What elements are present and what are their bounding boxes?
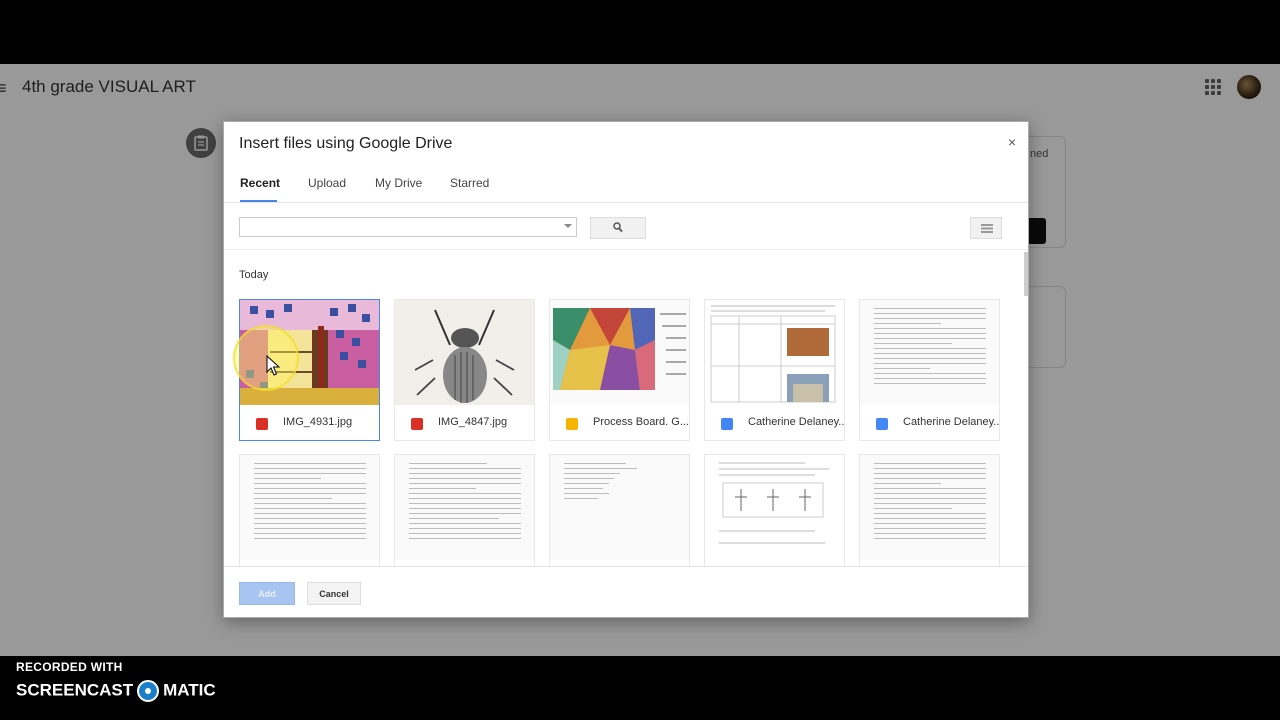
chevron-down-icon[interactable] bbox=[564, 224, 572, 228]
file-name: Catherine Delaney... bbox=[748, 416, 844, 428]
doc-file-icon bbox=[721, 418, 733, 430]
file-tile[interactable] bbox=[239, 454, 380, 566]
search-toolbar bbox=[224, 203, 1028, 250]
dialog-footer: Add Cancel bbox=[224, 566, 1028, 617]
image-file-icon bbox=[256, 418, 268, 430]
file-thumbnail bbox=[550, 300, 689, 405]
list-view-icon bbox=[981, 224, 993, 233]
file-thumbnail bbox=[860, 455, 999, 560]
file-thumbnail bbox=[705, 300, 844, 405]
watermark-line1: RECORDED WITH bbox=[16, 660, 123, 674]
dialog-title: Insert files using Google Drive bbox=[239, 135, 453, 152]
file-tile[interactable]: Process Board. G... bbox=[549, 299, 690, 441]
mouse-cursor-icon bbox=[266, 355, 280, 376]
file-tile[interactable]: Catherine Delaney... bbox=[859, 299, 1000, 441]
picker-tabs: Recent Upload My Drive Starred bbox=[224, 170, 1028, 203]
file-tile[interactable]: Catherine Delaney... bbox=[704, 299, 845, 441]
watermark-brand: SCREENCAST MATIC bbox=[16, 680, 256, 704]
file-grid: Today IMG_4931.jpg IMG_4847.jpg Process … bbox=[224, 250, 1028, 566]
tab-starred[interactable]: Starred bbox=[450, 176, 489, 190]
tab-recent[interactable]: Recent bbox=[240, 176, 280, 190]
add-button[interactable]: Add bbox=[239, 582, 295, 605]
search-input[interactable] bbox=[239, 217, 577, 237]
file-tile[interactable] bbox=[394, 454, 535, 566]
watermark-brand-right: MATIC bbox=[163, 680, 216, 700]
close-icon[interactable]: × bbox=[1008, 134, 1016, 150]
list-view-button[interactable] bbox=[970, 217, 1002, 239]
file-tile[interactable]: IMG_4847.jpg bbox=[394, 299, 535, 441]
active-tab-indicator bbox=[240, 200, 277, 202]
file-thumbnail bbox=[395, 455, 534, 560]
file-thumbnail bbox=[395, 300, 534, 405]
scrollbar[interactable] bbox=[1024, 252, 1028, 296]
search-button[interactable] bbox=[590, 217, 646, 239]
file-name: IMG_4847.jpg bbox=[438, 416, 508, 428]
image-file-icon bbox=[411, 418, 423, 430]
section-label-today: Today bbox=[239, 269, 269, 281]
search-icon bbox=[613, 222, 623, 233]
file-tile[interactable] bbox=[859, 454, 1000, 566]
screencast-logo-icon bbox=[137, 680, 160, 702]
tab-upload[interactable]: Upload bbox=[308, 176, 346, 190]
file-tile[interactable] bbox=[549, 454, 690, 566]
file-thumbnail bbox=[860, 300, 999, 405]
screencast-watermark: RECORDED WITH SCREENCAST MATIC bbox=[16, 660, 216, 702]
tab-my-drive[interactable]: My Drive bbox=[375, 176, 422, 190]
doc-file-icon bbox=[876, 418, 888, 430]
slides-file-icon bbox=[566, 418, 578, 430]
file-thumbnail bbox=[550, 455, 689, 560]
file-name: IMG_4931.jpg bbox=[283, 416, 353, 428]
file-name: Process Board. G... bbox=[593, 416, 689, 428]
drive-picker-dialog: Insert files using Google Drive × Recent… bbox=[223, 121, 1029, 618]
file-thumbnail bbox=[240, 455, 379, 560]
file-name: Catherine Delaney... bbox=[903, 416, 999, 428]
file-tile[interactable] bbox=[704, 454, 845, 566]
file-thumbnail bbox=[705, 455, 844, 560]
watermark-brand-left: SCREENCAST bbox=[16, 680, 134, 700]
cancel-button[interactable]: Cancel bbox=[307, 582, 361, 605]
